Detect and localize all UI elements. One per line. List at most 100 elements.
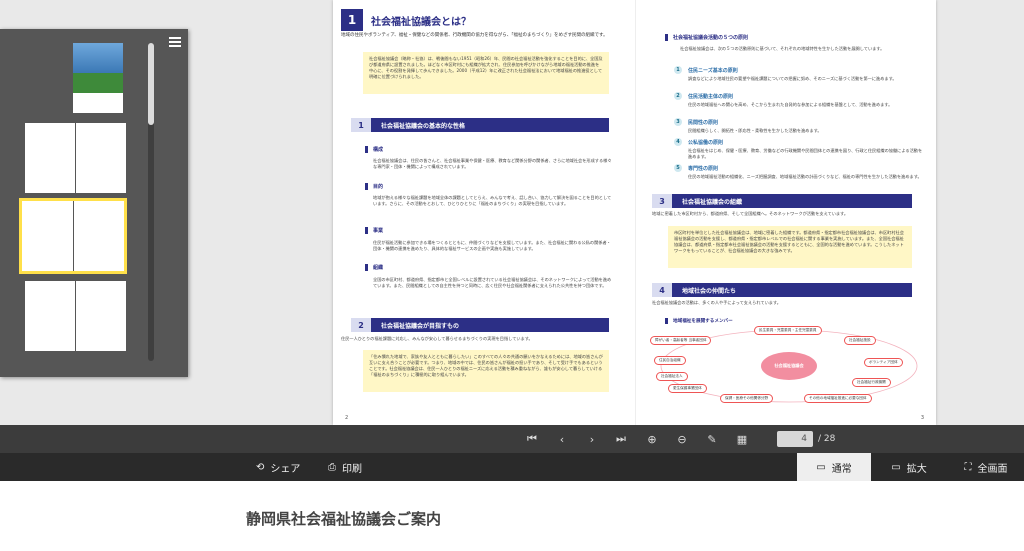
subheading-structure: 構成	[365, 146, 383, 153]
organization-box: 市区町村を単位とした社会福祉協議会は、地域に密着した組織です。都道府県・指定都市…	[668, 226, 912, 268]
principle-label: 専門性の原則	[688, 165, 719, 172]
subheading-purpose: 目的	[365, 183, 383, 190]
map-node: 民生委員・児童委員・主任児童委員	[754, 326, 822, 335]
page-number-input[interactable]: 4	[777, 431, 813, 447]
thumbnail-cover-field	[73, 73, 123, 93]
section4-lead: 社会福祉協議会の活動は、多くの人や手によって支えられています。	[652, 300, 781, 305]
heading-lead: 地域の住民やボランティア、福祉・保健などの関係者、行政機関の協力を得ながら、「福…	[341, 33, 608, 38]
body-structure: 社会福祉協議会は、住民の皆さんと、社会福祉事業や保健・医療、教育など関係分野の関…	[373, 158, 612, 169]
zoom-in-icon[interactable]: ⊕	[640, 425, 664, 453]
principle-3-text: 民間組織らしく、開拓性・即応性・柔軟性を生かした活動を進めます。	[688, 128, 822, 133]
view-fullscreen-button[interactable]: ⛶ 全画面	[948, 453, 1024, 481]
thumbnail-scrollbar[interactable]	[148, 43, 154, 361]
section2-lead: 住民一人ひとりの福祉課題に対応し、みんなが安心して暮らせるまちづくりの実現を目指…	[341, 336, 533, 341]
share-icon: ⟲	[256, 461, 265, 473]
subheading-members: 地域福祉を展開するメンバー	[665, 318, 733, 324]
principle-label: 民間性の原則	[688, 119, 719, 126]
section-number: 3	[652, 194, 672, 208]
section-title: 社会福祉協議会の組織	[672, 194, 912, 208]
body-organization: 全国の市区町村、都道府県、指定都市と全国レベルに設置されている社会福祉協議会は、…	[373, 277, 612, 288]
thumbnail-page-2[interactable]	[25, 123, 75, 193]
section-number: 2	[351, 318, 371, 332]
print-button[interactable]: ⎙ 印刷	[328, 453, 362, 481]
map-node: 障がい者・高齢者等 当事者団体	[650, 336, 712, 345]
document-page-left: 1 社会福祉協議会とは？ 地域の住民やボランティア、福祉・保健などの関係者、行政…	[333, 0, 634, 425]
principle-4: 4 公私協働の原則	[674, 138, 723, 146]
vision-box: 「住み慣れた地域で、家族や友人とともに暮らしたい」このすべての人々の共通の願いを…	[363, 350, 609, 392]
thumbnail-panel[interactable]	[0, 29, 188, 377]
page-main-heading: 1 社会福祉協議会とは？	[341, 9, 491, 31]
print-label: 印刷	[342, 463, 362, 475]
thumbnail-cover-sky	[73, 43, 123, 73]
thumbnail-page-7[interactable]	[76, 281, 126, 351]
thumbnail-page-6[interactable]	[25, 281, 75, 351]
map-node: 社会福祉行政機関	[852, 378, 891, 387]
principle-1-text: 調査などにより地域住民の要望や福祉課題についての把握に努め、そのニーズに基づく活…	[688, 76, 897, 81]
section-number: 4	[652, 283, 672, 297]
bookmark-icon[interactable]: ▦	[730, 425, 754, 453]
thumbnail-scrollbar-thumb[interactable]	[148, 43, 154, 125]
principle-1: 1 住民ニーズ基本の原則	[674, 66, 738, 74]
pen-icon[interactable]: ✎	[700, 425, 724, 453]
next-page-icon[interactable]: ›	[580, 425, 604, 453]
principles-lead: 社会福祉協議会は、次の５つの活動原則に基づいて、それぞれの地域特性を生かした活動…	[680, 46, 885, 51]
map-node: ボランティア団体	[864, 358, 903, 367]
heading-number: 1	[341, 9, 363, 31]
section-header-2: 2 社会福祉協議会が目指すもの	[351, 318, 609, 332]
subheading-organization: 組織	[365, 264, 383, 271]
view-normal-button[interactable]: ▭ 通常	[797, 453, 871, 481]
principle-3: 3 民間性の原則	[674, 118, 718, 126]
viewer-toolbar: ⏮ ‹ › ⏭ ⊕ ⊖ ✎ ▦ 4 / 28	[0, 425, 1024, 453]
thumbnail-cover[interactable]	[73, 43, 123, 113]
view-fullscreen-label: 全画面	[977, 463, 1008, 475]
document-viewer-stage[interactable]: 1 社会福祉協議会とは？ 地域の住民やボランティア、福祉・保健などの関係者、行政…	[0, 0, 1024, 425]
map-node: 保健・医療その他関係分野	[720, 394, 774, 403]
first-page-icon[interactable]: ⏮	[520, 425, 544, 453]
section-title: 社会福祉協議会の基本的な性格	[371, 118, 609, 132]
map-node: 更生保護事業団体	[668, 384, 707, 393]
map-node: 社会福祉法人	[656, 372, 688, 381]
share-label: シェア	[270, 463, 301, 475]
thumbnail-cover-footer	[73, 93, 123, 113]
principle-number: 2	[674, 92, 682, 100]
section-header-4: 4 地域社会の仲間たち	[652, 283, 912, 297]
principle-number: 5	[674, 164, 682, 172]
view-normal-label: 通常	[831, 463, 852, 475]
view-zoom-button[interactable]: ▭ 拡大	[873, 453, 945, 481]
subheading-principles: 社会福祉協議会活動の５つの原則	[665, 34, 748, 41]
principle-4-text: 社会福祉をはじめ、保健・医療、教育、労働などの行政機関や民間団体との連携を図り、…	[688, 148, 923, 159]
document-title: 静岡県社会福祉協議会ご案内	[246, 510, 442, 528]
map-node: 住民自治組織	[654, 356, 686, 365]
section3-lead: 地域に密着した市区町村から、都道府県、そして全国組織へ。そのネットワークが活動を…	[652, 211, 849, 216]
section-title: 社会福祉協議会が目指すもの	[371, 318, 609, 332]
body-business: 住民が福祉活動に参加できる場をつくるとともに、仲間づくりなどを支援しています。ま…	[373, 240, 611, 251]
principle-number: 1	[674, 66, 682, 74]
view-normal-icon: ▭	[816, 461, 826, 473]
heading-title: 社会福祉協議会とは？	[371, 16, 471, 28]
section-header-3: 3 社会福祉協議会の組織	[652, 194, 912, 208]
map-node: 社会福祉施設	[844, 336, 876, 345]
thumbnail-menu-icon[interactable]	[169, 37, 181, 47]
share-button[interactable]: ⟲ シェア	[256, 453, 300, 481]
zoom-out-icon[interactable]: ⊖	[670, 425, 694, 453]
section-header-1: 1 社会福祉協議会の基本的な性格	[351, 118, 609, 132]
map-node: その他の地域福祉推進に必要な団体	[804, 394, 872, 403]
principle-label: 住民ニーズ基本の原則	[688, 67, 738, 74]
principle-2: 2 住民活動主体の原則	[674, 92, 733, 100]
map-center-node: 社会福祉協議会	[761, 352, 817, 380]
member-map: 社会福祉協議会 民生委員・児童委員・主任児童委員 社会福祉施設 障がい者・高齢者…	[644, 326, 929, 406]
body-purpose: 地域が抱える様々な福祉課題を地域全体の課題としてとらえ、みんなで考え、話し合い、…	[373, 195, 612, 206]
intro-box: 社会福祉協議会（略称・社協）は、戦後間もない1951（昭和26）年、民間の社会福…	[363, 52, 609, 94]
prev-page-icon[interactable]: ‹	[550, 425, 574, 453]
bottom-bar: ⟲ シェア ⎙ 印刷 ▭ 通常 ▭ 拡大 ⛶ 全画面	[0, 453, 1024, 481]
view-zoom-label: 拡大	[906, 463, 927, 475]
principle-label: 住民活動主体の原則	[688, 93, 734, 100]
subheading-business: 事業	[365, 227, 383, 234]
section-title: 地域社会の仲間たち	[672, 283, 912, 297]
document-page-right: 社会福祉協議会活動の５つの原則 社会福祉協議会は、次の５つの活動原則に基づいて、…	[635, 0, 936, 425]
thumbnail-page-3[interactable]	[76, 123, 126, 193]
principle-5: 5 専門性の原則	[674, 164, 718, 172]
last-page-icon[interactable]: ⏭	[609, 425, 633, 453]
page-number-left: 2	[345, 415, 349, 421]
principle-number: 3	[674, 118, 682, 126]
